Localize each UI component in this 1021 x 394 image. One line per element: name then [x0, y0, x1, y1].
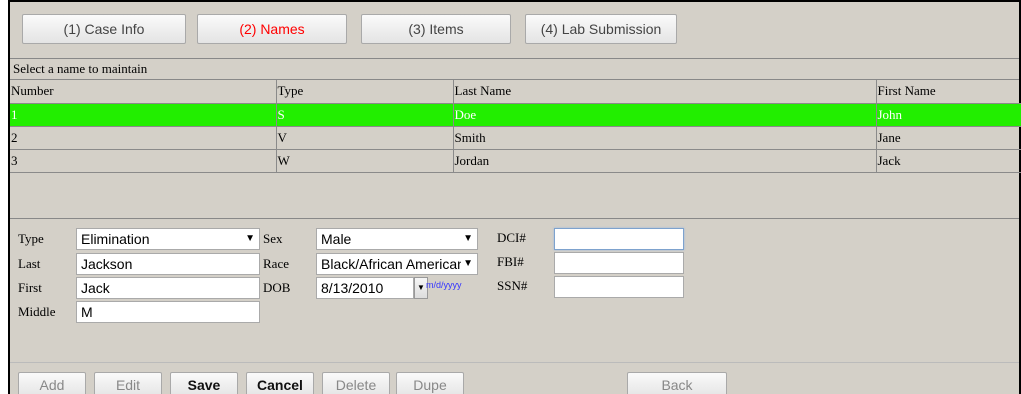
column-header-number[interactable]: Number — [10, 80, 276, 104]
fbi-number-field[interactable] — [554, 252, 684, 274]
column-header-type[interactable]: Type — [275, 80, 453, 104]
type-label: Type — [18, 231, 44, 246]
cell-type: S — [275, 103, 453, 127]
type-select[interactable]: Elimination ▼ — [76, 228, 260, 250]
cell-first-name: Jane — [875, 126, 1021, 150]
dob-label: DOB — [263, 280, 291, 295]
names-panel: (1) Case Info (2) Names (3) Items (4) La… — [8, 0, 1021, 394]
tab-case-info[interactable]: (1) Case Info — [22, 14, 186, 44]
cell-last-name: Jordan — [452, 149, 876, 173]
sex-select[interactable]: Male ▼ — [316, 228, 478, 250]
triangle-down-icon: ▼ — [461, 256, 473, 272]
first-label: First — [18, 280, 42, 295]
cell-last-name: Doe — [452, 103, 876, 127]
form-divider — [10, 362, 1019, 363]
middle-label: Middle — [18, 304, 56, 319]
fbi-label: FBI# — [497, 254, 524, 269]
last-label: Last — [18, 256, 41, 271]
middle-name-field[interactable]: M — [76, 301, 260, 323]
dob-field[interactable]: 8/13/2010 — [316, 277, 414, 299]
tab-bar: (1) Case Info (2) Names (3) Items (4) La… — [10, 2, 1019, 52]
date-format-hint: m/d/yyyy — [426, 280, 462, 290]
cell-first-name: John — [875, 103, 1021, 127]
triangle-down-icon: ▼ — [417, 283, 425, 292]
cell-number: 3 — [10, 149, 276, 173]
sex-select-value: Male — [321, 231, 352, 247]
cell-last-name: Smith — [452, 126, 876, 150]
sex-label: Sex — [263, 231, 283, 246]
back-button[interactable]: Back — [627, 372, 727, 394]
cell-type: V — [275, 126, 453, 150]
triangle-down-icon: ▼ — [243, 231, 255, 247]
table-row[interactable]: 2 V Smith Jane — [10, 126, 1021, 150]
cell-first-name: Jack — [875, 149, 1021, 173]
grid-caption: Select a name to maintain — [10, 58, 1019, 80]
column-header-last-name[interactable]: Last Name — [452, 80, 876, 104]
race-label: Race — [263, 256, 289, 271]
table-row[interactable]: 3 W Jordan Jack — [10, 149, 1021, 173]
last-name-field[interactable]: Jackson — [76, 253, 260, 275]
dci-number-field[interactable] — [554, 228, 684, 250]
first-name-field[interactable]: Jack — [76, 277, 260, 299]
triangle-down-icon: ▼ — [461, 231, 473, 247]
grid-divider — [10, 218, 1019, 219]
names-table: Number Type Last Name First Name 1 S Doe… — [10, 80, 1021, 173]
cell-type: W — [275, 149, 453, 173]
table-row[interactable]: 1 S Doe John — [10, 103, 1021, 127]
race-select[interactable]: Black/African American ▼ — [316, 253, 478, 275]
tab-lab-submission[interactable]: (4) Lab Submission — [525, 14, 677, 44]
tab-items[interactable]: (3) Items — [361, 14, 511, 44]
add-button[interactable]: Add — [18, 372, 86, 394]
column-header-first-name[interactable]: First Name — [875, 80, 1021, 104]
save-button[interactable]: Save — [170, 372, 238, 394]
table-header-row: Number Type Last Name First Name — [10, 80, 1021, 104]
cell-number: 1 — [10, 103, 276, 127]
cancel-button[interactable]: Cancel — [246, 372, 314, 394]
race-select-value: Black/African American — [321, 256, 465, 272]
tab-names[interactable]: (2) Names — [197, 14, 347, 44]
edit-button[interactable]: Edit — [94, 372, 162, 394]
delete-button[interactable]: Delete — [322, 372, 390, 394]
dupe-button[interactable]: Dupe — [396, 372, 464, 394]
dci-label: DCI# — [497, 230, 526, 245]
type-select-value: Elimination — [81, 231, 150, 247]
ssn-label: SSN# — [497, 278, 528, 293]
cell-number: 2 — [10, 126, 276, 150]
ssn-number-field[interactable] — [554, 276, 684, 298]
